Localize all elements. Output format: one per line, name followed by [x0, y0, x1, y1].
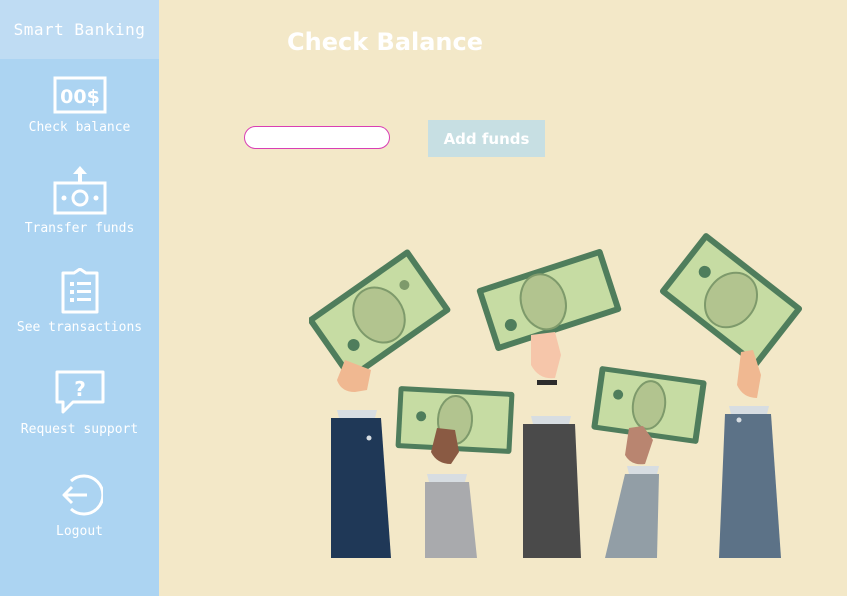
app-title: Smart Banking [0, 0, 159, 59]
sidebar-item-see-transactions[interactable]: See transactions [0, 268, 159, 335]
svg-text:?: ? [74, 377, 86, 401]
add-funds-button[interactable]: Add funds [428, 120, 545, 157]
sidebar-item-logout[interactable]: Logout [0, 472, 159, 539]
sidebar: Smart Banking 00$ Check balance Transfer… [0, 0, 159, 596]
amount-input[interactable] [244, 126, 390, 149]
sidebar-item-transfer-funds[interactable]: Transfer funds [0, 165, 159, 236]
money-transfer-icon [53, 166, 106, 215]
money-bill-icon: 00$ [53, 76, 106, 114]
svg-text:00$: 00$ [60, 86, 100, 108]
sidebar-item-check-balance[interactable]: 00$ Check balance [0, 76, 159, 135]
clipboard-list-icon [61, 268, 98, 314]
page-title: Check Balance [287, 28, 484, 56]
sidebar-item-request-support[interactable]: ? Request support [0, 370, 159, 437]
sidebar-item-label: See transactions [16, 320, 143, 335]
logout-icon [62, 474, 103, 516]
sidebar-item-label: Logout [56, 524, 103, 539]
sidebar-item-label: Request support [20, 422, 139, 437]
main-content: Check Balance Add funds [159, 0, 847, 596]
hands-holding-money-illustration [309, 233, 803, 558]
sidebar-item-label: Transfer funds [24, 221, 135, 236]
question-bubble-icon: ? [55, 370, 104, 414]
sidebar-item-label: Check balance [28, 120, 131, 135]
